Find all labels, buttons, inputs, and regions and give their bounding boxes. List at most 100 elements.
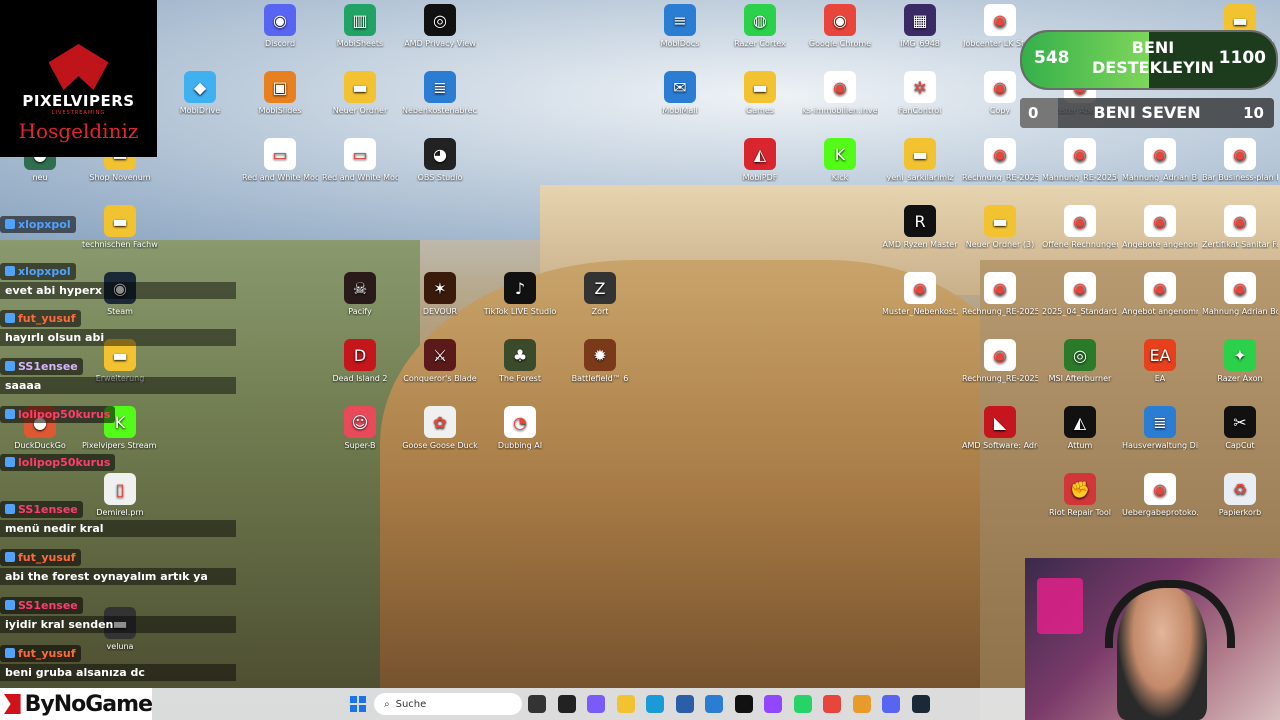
desktop-shortcut[interactable]: ▬ Games <box>722 71 798 115</box>
desktop-shortcut[interactable]: ◉ Rechnung_RE-2025... <box>962 339 1038 383</box>
mail-icon[interactable] <box>705 695 723 713</box>
desktop-shortcut[interactable]: ✂ CapCut <box>1202 406 1278 450</box>
tiktok-icon[interactable] <box>734 695 753 713</box>
desktop-shortcut[interactable]: ▥ MobiSheets <box>322 4 398 48</box>
desktop-shortcut[interactable]: ▣ MobiSlides <box>242 71 318 115</box>
desktop-shortcut[interactable]: ◎ AMD Privacy View <box>402 4 478 48</box>
headset-icon <box>1105 580 1235 648</box>
chat-username: lolipop50kurus <box>0 405 116 423</box>
desktop-shortcut[interactable]: ⚔ Conqueror's Blade <box>402 339 478 383</box>
start-button[interactable] <box>350 696 366 712</box>
desktop-shortcut[interactable]: ◉ Bar Business-plan Pdf Ready (2) <box>1202 138 1278 182</box>
desktop-shortcut[interactable]: ▦ IMG_6948 <box>882 4 958 48</box>
sponsor-name: ByNoGame <box>24 691 153 717</box>
store-icon[interactable] <box>675 695 694 713</box>
desktop-shortcut[interactable]: ✿ Goose Goose Duck <box>402 406 478 450</box>
desktop-shortcut-label: Zertifikat Sanitar Fachkraft <box>1202 240 1278 249</box>
desktop-shortcut[interactable]: ☠ Pacify <box>322 272 398 316</box>
desktop-shortcut[interactable]: ◉ Uebergabeprotoko... <box>1122 473 1198 517</box>
game-icon: ✶ <box>424 272 456 304</box>
chat-username: fut_yusuf <box>0 548 81 566</box>
desktop-shortcut[interactable]: ◭ Attum <box>1042 406 1118 450</box>
desktop-shortcut[interactable]: ◍ Razer Cortex <box>722 4 798 48</box>
desktop-shortcut[interactable]: ◔ Dubbing AI <box>482 406 558 450</box>
copilot-icon[interactable] <box>587 695 605 713</box>
desktop-shortcut[interactable]: EA EA <box>1122 339 1198 383</box>
steam-icon[interactable] <box>911 695 930 713</box>
goal-label: BENI DESTEKLEYIN <box>1091 38 1215 77</box>
stream-logo: PIXELVIPERS LIVESTREAMING Hosgeldiniz <box>0 0 157 157</box>
chrome-file-icon: ◉ <box>1224 272 1256 304</box>
desktop-shortcut[interactable]: ▭ Red and White Modern Men's F... <box>242 138 318 182</box>
desktop-shortcut[interactable]: ✊ Riot Repair Tool <box>1042 473 1118 517</box>
desktop-shortcut[interactable]: ✉ MobiMail <box>642 71 718 115</box>
sponsor-banner: ByNoGame <box>0 688 153 720</box>
whatsapp-icon[interactable] <box>793 695 812 713</box>
desktop-shortcut[interactable]: ≡ MobiDocs <box>642 4 718 48</box>
desktop-shortcut[interactable]: ◉ ks-immobilien.invest <box>802 71 878 115</box>
desktop-shortcut[interactable]: ◆ MobiDrive <box>162 71 238 115</box>
viper-logo-icon <box>48 44 109 90</box>
desktop-shortcut[interactable]: ▬ Neuer Ordner (3) <box>962 205 1038 249</box>
desktop-shortcut[interactable]: ◭ MobiPDF <box>722 138 798 182</box>
desktop-shortcut[interactable]: ◉ Angebote angenommen <box>1122 205 1198 249</box>
desktop-shortcut[interactable]: Z Zort <box>562 272 638 316</box>
desktop-shortcut[interactable]: D Dead Island 2 <box>322 339 398 383</box>
search-placeholder: Suche <box>395 698 427 710</box>
desktop-shortcut[interactable]: ◉ Discord <box>242 4 318 48</box>
desktop-shortcut[interactable]: ▬ yeni_sarkilarimiz <box>882 138 958 182</box>
desktop-shortcut[interactable]: ◉ Muster_Nebenkost... <box>882 272 958 316</box>
desktop-shortcut[interactable]: ◉ Offene Rechnungen <box>1042 205 1118 249</box>
msi-icon: ◎ <box>1064 339 1096 371</box>
discord-icon[interactable] <box>882 695 900 713</box>
app-icon[interactable] <box>852 695 871 713</box>
desktop-shortcut[interactable]: ◉ Mahnung Adrian Bodner <box>1202 272 1278 316</box>
desktop-shortcut[interactable]: ≣ Hausverwaltung Diyar <box>1122 406 1198 450</box>
desktop-shortcut[interactable]: ✶ DEVOUR <box>402 272 478 316</box>
desktop-shortcut[interactable]: ≣ Nebenkostenabrec... 2024 Tan <box>402 71 478 115</box>
desktop-shortcut[interactable]: ◉ Mahnung_Adrian Bodner.pdf <box>1122 138 1198 182</box>
desktop-shortcut[interactable]: ✲ FanControl <box>882 71 958 115</box>
document-icon: ≣ <box>424 71 456 103</box>
desktop-shortcut[interactable]: ♻ Papierkorb <box>1202 473 1278 517</box>
chat-message: xlopxpol evet abi hyperx <box>0 261 236 299</box>
desktop-shortcut[interactable]: ◉ Angebot angenommen <box>1122 272 1198 316</box>
goal-current: 548 <box>1034 48 1070 68</box>
eye-icon: ◎ <box>424 4 456 36</box>
desktop-shortcut-label: Mahnung_RE-20250... <box>1042 173 1118 182</box>
chat-message: SS1ensee iyidir kral senden <box>0 595 236 633</box>
desktop-shortcut[interactable]: ▬ Neuer Ordner <box>322 71 398 115</box>
desktop-shortcut-label: Neuer Ordner (3) <box>965 240 1035 249</box>
desktop-shortcut[interactable]: ▭ Red and White Modern Men's F... <box>322 138 398 182</box>
taskbar-search[interactable]: ⌕ Suche <box>374 693 522 715</box>
desktop-shortcut[interactable]: ◣ AMD Software: Adrenalin Edition <box>962 406 1038 450</box>
folder-icon[interactable] <box>616 695 635 713</box>
desktop-shortcut[interactable]: ✹ Battlefield™ 6 <box>562 339 638 383</box>
desktop-shortcut[interactable]: ♪ TikTok LIVE Studio <box>482 272 558 316</box>
desktop-shortcut[interactable]: ♣ The Forest <box>482 339 558 383</box>
desktop-shortcut[interactable]: ◉ Mahnung_RE-20250... <box>1042 138 1118 182</box>
file-explorer-icon[interactable] <box>528 695 546 713</box>
desktop-shortcut[interactable]: ✦ Razer Axon <box>1202 339 1278 383</box>
desktop-shortcut-label: Uebergabeprotoko... <box>1122 508 1198 517</box>
edge-icon[interactable] <box>646 695 664 713</box>
desktop-shortcut[interactable]: ☺ Super-B <box>322 406 398 450</box>
desktop-shortcut[interactable]: R AMD Ryzen Master <box>882 205 958 249</box>
desktop-shortcut[interactable]: ◉ Rechnung_RE-2025... Abschlagsrechnun... <box>962 138 1038 182</box>
twitch-icon[interactable] <box>764 695 782 713</box>
desktop-shortcut[interactable]: ◉ 2025_04_Standard... <box>1042 272 1118 316</box>
chat-badge-icon <box>5 600 15 610</box>
chrome-icon[interactable] <box>823 695 841 713</box>
desktop-shortcut[interactable]: ◕ OBS Studio <box>402 138 478 182</box>
desktop-shortcut-label: 2025_04_Standard... <box>1042 307 1118 316</box>
desktop-shortcut-label: Dubbing AI <box>497 441 543 450</box>
desktop-shortcut[interactable]: K Kick <box>802 138 878 182</box>
desktop-shortcut[interactable]: ◉ Google Chrome <box>802 4 878 48</box>
desktop-shortcut-label: Rechnung_RE-2025... Rechnung Jorg Gart..… <box>962 307 1038 316</box>
desktop-shortcut[interactable]: ◉ Rechnung_RE-2025... Rechnung Jorg Gart.… <box>962 272 1038 316</box>
desktop-shortcut[interactable]: ◎ MSI Afterburner <box>1042 339 1118 383</box>
chrome-file-icon: ◉ <box>984 339 1016 371</box>
desktop-shortcut[interactable]: ◉ Zertifikat Sanitar Fachkraft <box>1202 205 1278 249</box>
obs-icon[interactable] <box>557 695 576 713</box>
game-icon: ♣ <box>504 339 536 371</box>
